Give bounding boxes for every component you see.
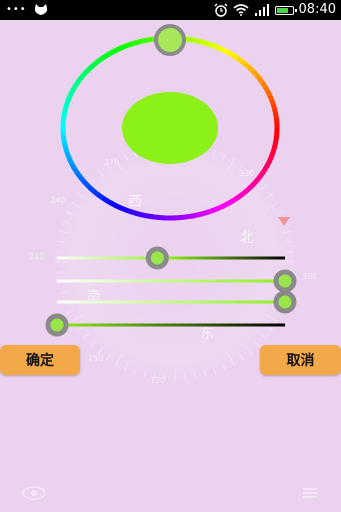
eye-icon[interactable] — [22, 486, 46, 500]
slider-2-track[interactable] — [57, 279, 285, 283]
menu-icon[interactable] — [303, 488, 317, 498]
slider-1-track[interactable] — [57, 256, 285, 260]
slider-2-knob[interactable] — [273, 269, 297, 293]
color-ring-knob[interactable] — [154, 24, 186, 56]
color-wheel[interactable] — [0, 0, 341, 512]
slider-4-track[interactable] — [57, 323, 285, 327]
slider-1-knob[interactable] — [145, 246, 169, 270]
selected-color-swatch — [122, 92, 218, 164]
confirm-button[interactable]: 确定 — [0, 345, 80, 375]
cancel-button[interactable]: 取消 — [260, 345, 341, 375]
slider-3-knob[interactable] — [273, 290, 297, 314]
bottom-bar — [22, 486, 317, 500]
slider-3-track[interactable] — [57, 300, 285, 304]
slider-4-knob[interactable] — [45, 313, 69, 337]
